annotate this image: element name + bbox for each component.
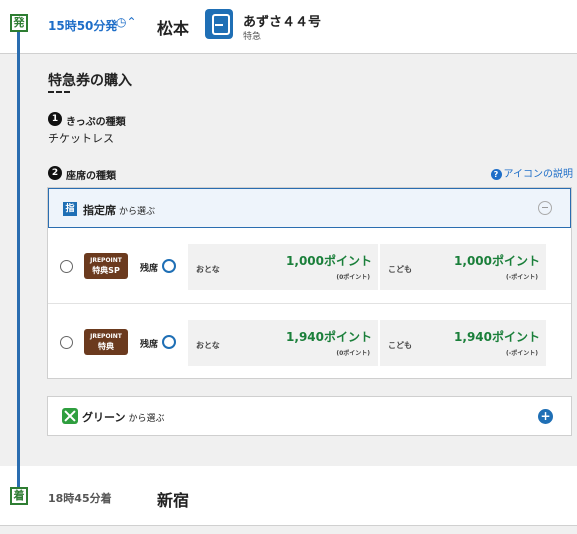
section-title: 特急券の購入 <box>48 73 132 89</box>
icon-help-text: アイコンの説明 <box>503 169 574 180</box>
child-price-cell: こども 1,940ポイント (-ポイント) <box>380 320 546 366</box>
train-name: あずさ４４号 <box>243 15 322 30</box>
expand-plus-icon[interactable]: + <box>538 409 553 424</box>
departure-header: 15時50分発 ◷⌃ 松本 あずさ４４号 特急 <box>0 0 577 54</box>
purchase-section: 特急券の購入 1 きっぷの種類 チケットレス 2 座席の種類 ? アイコンの説明 … <box>29 55 577 466</box>
child-price-sub: (-ポイント) <box>506 274 538 281</box>
reserved-seat-header[interactable]: 指 指定席 から選ぶ <box>48 188 571 228</box>
clock-icon[interactable]: ◷⌃ <box>116 15 137 29</box>
adult-label: おとな <box>196 265 220 274</box>
reserved-seat-panel: 指 指定席 から選ぶ JREPOINT 特典SP 残席 おとな 1,000ポイント … <box>47 187 572 379</box>
badge-line2: 特典SP <box>92 266 120 275</box>
green-seat-title-text: グリーン <box>82 411 126 424</box>
adult-label: おとな <box>196 341 220 350</box>
child-price: 1,940ポイント <box>454 330 540 344</box>
green-seat-title: グリーン から選ぶ <box>82 409 164 425</box>
seat-type-label: 座席の種類 <box>66 171 116 182</box>
departure-badge: 発 <box>10 14 28 32</box>
arrival-station: 新宿 <box>157 491 190 510</box>
adult-price-sub: (0ポイント) <box>336 350 370 357</box>
reserved-seat-icon: 指 <box>63 202 77 216</box>
step-1-icon: 1 <box>48 112 62 126</box>
green-seat-sub: から選ぶ <box>128 414 165 424</box>
child-label: こども <box>388 341 412 350</box>
green-seat-panel[interactable]: グリーン から選ぶ + <box>47 396 572 436</box>
reserved-seat-title: 指定席 から選ぶ <box>83 202 155 218</box>
departure-time: 15時50分発 <box>48 19 118 33</box>
ticket-type-label: きっぷの種類 <box>66 117 126 128</box>
availability-label: 残席 <box>140 264 159 274</box>
reserved-seat-title-text: 指定席 <box>83 204 116 217</box>
green-car-icon <box>62 408 78 424</box>
adult-price-sub: (0ポイント) <box>336 274 370 281</box>
step-2-icon: 2 <box>48 166 62 180</box>
adult-price-cell: おとな 1,000ポイント (0ポイント) <box>188 244 378 290</box>
jrepoint-badge: JREPOINT 特典SP <box>84 253 128 279</box>
adult-price: 1,000ポイント <box>286 254 372 268</box>
route-rail <box>17 28 20 488</box>
availability-circle-icon <box>162 335 176 349</box>
collapse-icon[interactable] <box>538 201 552 215</box>
child-price: 1,000ポイント <box>454 254 540 268</box>
child-label: こども <box>388 265 412 274</box>
seat-option-radio[interactable] <box>60 260 73 273</box>
child-price-sub: (-ポイント) <box>506 350 538 357</box>
arrival-badge: 着 <box>10 487 28 505</box>
departure-station: 松本 <box>157 19 190 38</box>
availability-label: 残席 <box>140 340 159 350</box>
adult-price-cell: おとな 1,940ポイント (0ポイント) <box>188 320 378 366</box>
badge-line1: JREPOINT <box>90 257 122 264</box>
seat-option-row[interactable]: JREPOINT 特典SP 残席 おとな 1,000ポイント (0ポイント) こど… <box>48 228 571 304</box>
arrival-footer: 18時45分着 新宿 <box>0 466 577 526</box>
icon-help-link[interactable]: ? アイコンの説明 <box>490 165 574 180</box>
child-price-cell: こども 1,000ポイント (-ポイント) <box>380 244 546 290</box>
reserved-seat-sub: から選ぶ <box>119 207 156 217</box>
title-underline <box>48 91 70 94</box>
badge-line2: 特典 <box>98 342 114 351</box>
train-type: 特急 <box>243 32 262 42</box>
seat-option-row[interactable]: JREPOINT 特典 残席 おとな 1,940ポイント (0ポイント) こども … <box>48 304 571 380</box>
adult-price: 1,940ポイント <box>286 330 372 344</box>
question-icon: ? <box>490 169 502 180</box>
arrival-time: 18時45分着 <box>48 492 112 505</box>
availability-circle-icon <box>162 259 176 273</box>
jrepoint-badge: JREPOINT 特典 <box>84 329 128 355</box>
badge-line1: JREPOINT <box>90 333 122 340</box>
train-icon <box>205 9 233 39</box>
seat-option-radio[interactable] <box>60 336 73 349</box>
ticket-type-value: チケットレス <box>48 132 114 145</box>
